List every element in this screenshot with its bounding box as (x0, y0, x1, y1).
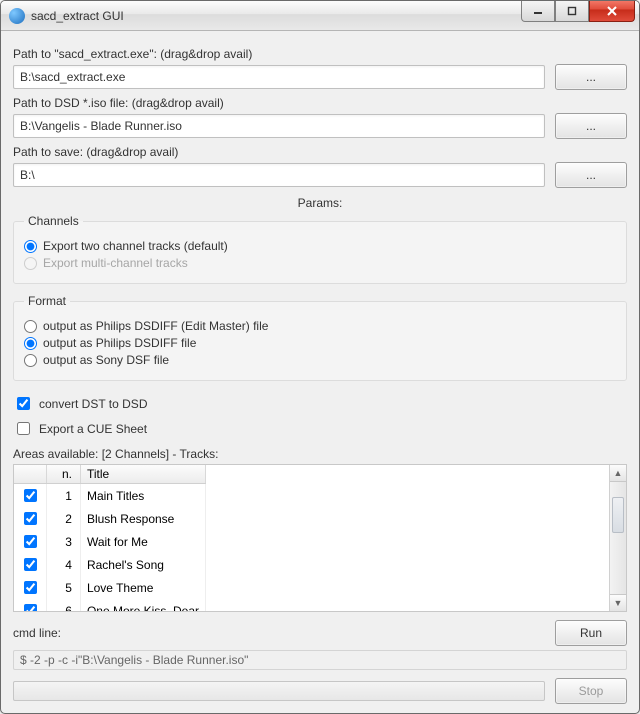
table-row[interactable]: 5Love Theme (14, 576, 206, 599)
run-button[interactable]: Run (555, 620, 627, 646)
track-title: Wait for Me (80, 530, 205, 553)
cmd-label: cmd line: (13, 626, 545, 640)
track-table: n. Title 1Main Titles2Blush Response3Wai… (13, 464, 627, 612)
scrollbar[interactable]: ▲ ▼ (609, 465, 626, 611)
channels-group: Channels Export two channel tracks (defa… (13, 214, 627, 284)
format-dsf-option[interactable]: output as Sony DSF file (24, 353, 616, 367)
exe-path-label: Path to "sacd_extract.exe": (drag&drop a… (13, 47, 627, 61)
format-dsdiff-edit-radio[interactable] (24, 320, 37, 333)
track-title: Main Titles (80, 484, 205, 508)
track-checkbox[interactable] (24, 604, 37, 611)
maximize-button[interactable] (555, 0, 589, 22)
scroll-thumb[interactable] (612, 497, 624, 533)
track-n: 2 (47, 507, 81, 530)
dst-checkbox[interactable] (17, 397, 30, 410)
format-legend: Format (24, 294, 70, 308)
format-group: Format output as Philips DSDIFF (Edit Ma… (13, 294, 627, 381)
params-heading: Params: (13, 196, 627, 210)
channels-multi-radio (24, 257, 37, 270)
table-row[interactable]: 6One More Kiss, Dear (14, 599, 206, 611)
areas-label: Areas available: [2 Channels] - Tracks: (13, 447, 627, 461)
iso-browse-button[interactable]: ... (555, 113, 627, 139)
table-row[interactable]: 4Rachel's Song (14, 553, 206, 576)
table-row[interactable]: 3Wait for Me (14, 530, 206, 553)
iso-path-input[interactable] (13, 114, 545, 138)
exe-path-input[interactable] (13, 65, 545, 89)
progress-bar (13, 681, 545, 701)
track-title: Blush Response (80, 507, 205, 530)
format-dsdiff-edit-option[interactable]: output as Philips DSDIFF (Edit Master) f… (24, 319, 616, 333)
format-dsf-radio[interactable] (24, 354, 37, 367)
track-checkbox[interactable] (24, 489, 37, 502)
track-checkbox[interactable] (24, 581, 37, 594)
app-icon (9, 8, 25, 24)
channels-two-option[interactable]: Export two channel tracks (default) (24, 239, 616, 253)
save-browse-button[interactable]: ... (555, 162, 627, 188)
minimize-button[interactable] (521, 0, 555, 22)
channels-legend: Channels (24, 214, 83, 228)
close-button[interactable] (589, 0, 635, 22)
track-n: 1 (47, 484, 81, 508)
save-path-input[interactable] (13, 163, 545, 187)
save-path-label: Path to save: (drag&drop avail) (13, 145, 627, 159)
track-n: 6 (47, 599, 81, 611)
scroll-up-icon[interactable]: ▲ (610, 465, 626, 482)
cmd-line: $ -2 -p -c -i"B:\Vangelis - Blade Runner… (13, 650, 627, 670)
cue-checkbox[interactable] (17, 422, 30, 435)
col-check[interactable] (14, 465, 47, 484)
format-dsdiff-option[interactable]: output as Philips DSDIFF file (24, 336, 616, 350)
scroll-down-icon[interactable]: ▼ (610, 594, 626, 611)
col-title[interactable]: Title (80, 465, 205, 484)
channels-multi-option: Export multi-channel tracks (24, 256, 616, 270)
cue-option[interactable]: Export a CUE Sheet (13, 419, 627, 438)
track-checkbox[interactable] (24, 558, 37, 571)
track-title: One More Kiss, Dear (80, 599, 205, 611)
table-row[interactable]: 1Main Titles (14, 484, 206, 508)
track-checkbox[interactable] (24, 535, 37, 548)
window-title: sacd_extract GUI (31, 9, 124, 23)
channels-two-radio[interactable] (24, 240, 37, 253)
iso-path-label: Path to DSD *.iso file: (drag&drop avail… (13, 96, 627, 110)
track-title: Love Theme (80, 576, 205, 599)
track-title: Rachel's Song (80, 553, 205, 576)
track-n: 5 (47, 576, 81, 599)
table-row[interactable]: 2Blush Response (14, 507, 206, 530)
exe-browse-button[interactable]: ... (555, 64, 627, 90)
app-window: sacd_extract GUI Path to "sacd_extract.e… (0, 0, 640, 714)
stop-button[interactable]: Stop (555, 678, 627, 704)
track-n: 3 (47, 530, 81, 553)
track-n: 4 (47, 553, 81, 576)
col-n[interactable]: n. (47, 465, 81, 484)
dst-option[interactable]: convert DST to DSD (13, 394, 627, 413)
track-checkbox[interactable] (24, 512, 37, 525)
titlebar[interactable]: sacd_extract GUI (1, 1, 639, 31)
format-dsdiff-radio[interactable] (24, 337, 37, 350)
